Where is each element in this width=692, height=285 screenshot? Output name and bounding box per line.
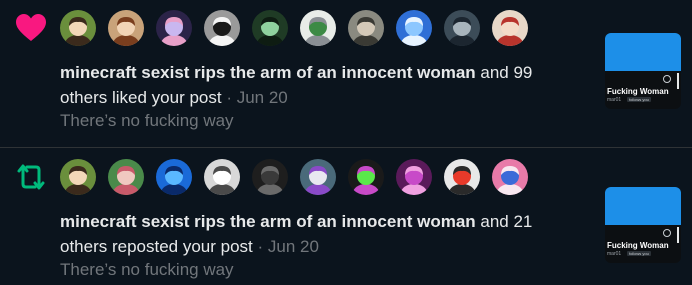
separator: · xyxy=(221,88,237,107)
timestamp: Jun 20 xyxy=(236,88,288,107)
avatar-anime-girl-white-hair[interactable] xyxy=(300,159,336,195)
notification-line1: minecraft sexist rips the arm of an inno… xyxy=(60,211,532,233)
avatar-anime-girl-red-hair[interactable] xyxy=(444,159,480,195)
thumbnail-follows-badge: follows you xyxy=(627,251,651,256)
separator: · xyxy=(252,237,268,256)
action-text: others liked your post xyxy=(60,88,222,107)
post-snippet: There’s no fucking way xyxy=(60,111,234,130)
avatar-plant-pot[interactable] xyxy=(300,10,336,46)
avatar-anime-girl-red[interactable] xyxy=(492,10,528,46)
avatar-anime-girl-pink[interactable] xyxy=(108,159,144,195)
avatar-purple-creature[interactable] xyxy=(156,10,192,46)
avatar-grey-figure[interactable] xyxy=(444,10,480,46)
avatar-anime-girl-blonde[interactable] xyxy=(60,10,96,46)
thumbnail-banner xyxy=(605,33,681,71)
actor-name[interactable]: minecraft sexist rips the arm of an inno… xyxy=(60,212,476,231)
repost-icon xyxy=(15,162,47,192)
divider xyxy=(0,147,692,148)
avatar-green-splatoon[interactable] xyxy=(348,159,384,195)
thumbnail-circle-icon xyxy=(663,75,671,83)
thumbnail-banner xyxy=(605,187,681,225)
avatar-pink-blue-character[interactable] xyxy=(492,159,528,195)
thumbnail-bar xyxy=(677,227,679,243)
avatar-blue-bubble[interactable] xyxy=(396,10,432,46)
notification-line2: others liked your post · Jun 20 xyxy=(60,87,288,109)
thumbnail-name: Fucking Woman xyxy=(607,241,669,250)
others-count: and 99 xyxy=(475,63,533,82)
avatar-black-cat[interactable] xyxy=(204,10,240,46)
action-text: others reposted your post xyxy=(60,237,253,256)
heart-icon xyxy=(15,13,47,43)
post-snippet: There’s no fucking way xyxy=(60,260,234,279)
thumbnail-bar xyxy=(677,73,679,89)
thumbnail-name: Fucking Woman xyxy=(607,87,669,96)
avatar-white-sketch[interactable] xyxy=(204,159,240,195)
thumbnail-follows-badge: follows you xyxy=(627,97,651,102)
avatar-dark-room[interactable] xyxy=(252,159,288,195)
notification-like[interactable]: minecraft sexist rips the arm of an inno… xyxy=(0,0,692,142)
notification-repost[interactable]: minecraft sexist rips the arm of an inno… xyxy=(0,149,692,285)
post-thumbnail[interactable]: Fucking Woman mar01 follows you xyxy=(605,33,681,109)
thumbnail-handle: mar01 xyxy=(607,251,622,257)
timestamp: Jun 20 xyxy=(267,237,319,256)
avatar-green-portrait[interactable] xyxy=(252,10,288,46)
avatar-purple-character[interactable] xyxy=(396,159,432,195)
notification-line2: others reposted your post · Jun 20 xyxy=(60,236,319,258)
avatar-man-grey[interactable] xyxy=(348,10,384,46)
avatar-anime-girl-blonde[interactable] xyxy=(60,159,96,195)
post-thumbnail[interactable]: Fucking Woman mar01 follows you xyxy=(605,187,681,263)
notifications-feed: minecraft sexist rips the arm of an inno… xyxy=(0,0,692,285)
thumbnail-handle: mar01 xyxy=(607,97,622,103)
thumbnail-circle-icon xyxy=(663,229,671,237)
notification-line1: minecraft sexist rips the arm of an inno… xyxy=(60,62,532,84)
others-count: and 21 xyxy=(475,212,533,231)
avatar-anime-girl-brown-hat[interactable] xyxy=(108,10,144,46)
avatar-blue-mascot[interactable] xyxy=(156,159,192,195)
actor-name[interactable]: minecraft sexist rips the arm of an inno… xyxy=(60,63,476,82)
